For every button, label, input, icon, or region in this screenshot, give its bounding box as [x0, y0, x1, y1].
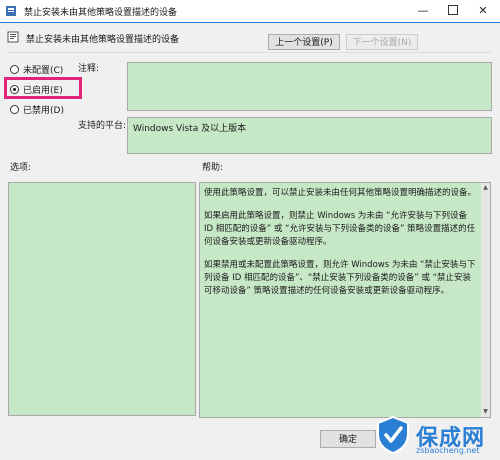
- options-label: 选项:: [10, 163, 32, 173]
- help-paragraph: 如果启用此策略设置，则禁止 Windows 为未由 “允许安装与下列设备 ID …: [204, 211, 476, 247]
- maximize-button[interactable]: [438, 0, 468, 22]
- watermark-url: zsbaocheng.net: [416, 446, 480, 455]
- header-divider: [8, 52, 492, 53]
- watermark: 保成网 zsbaocheng.net: [376, 412, 500, 460]
- close-button[interactable]: ✕: [468, 0, 498, 22]
- radio-label: 已禁用(D): [23, 105, 64, 116]
- options-panel: [8, 182, 196, 416]
- title-divider: [0, 22, 500, 23]
- previous-setting-button[interactable]: 上一个设置(P): [268, 34, 340, 50]
- radio-disabled[interactable]: 已禁用(D): [10, 102, 64, 116]
- radio-button[interactable]: [10, 104, 19, 114]
- supported-platform-value: Windows Vista 及以上版本: [127, 117, 492, 154]
- help-paragraph: 如果禁用或未配置此策略设置，则允许 Windows 为未由 “禁止安装与下列设备…: [204, 260, 476, 296]
- help-label: 帮助:: [202, 163, 224, 173]
- radio-not-configured[interactable]: 未配置(C): [10, 62, 63, 76]
- radio-label: 未配置(C): [23, 65, 64, 76]
- supported-platform-label: 支持的平台:: [78, 121, 127, 131]
- title-bar: 禁止安装未由其他策略设置描述的设备 — ✕: [0, 0, 500, 22]
- policy-setting-icon: [7, 31, 19, 43]
- help-panel: 使用此策略设置，可以禁止安装未由任何其他策略设置明确描述的设备。 如果启用此策略…: [199, 182, 491, 418]
- help-scrollbar[interactable]: ▲ ▼: [481, 183, 490, 417]
- enabled-highlight-box: [4, 77, 82, 99]
- policy-name: 禁止安装未由其他策略设置描述的设备: [26, 35, 180, 45]
- maximize-icon: [448, 5, 458, 15]
- minimize-button[interactable]: —: [408, 0, 438, 22]
- help-paragraph: 使用此策略设置，可以禁止安装未由任何其他策略设置明确描述的设备。: [204, 188, 477, 198]
- radio-button[interactable]: [10, 64, 19, 74]
- scroll-up-icon[interactable]: ▲: [481, 183, 490, 193]
- next-setting-button[interactable]: 下一个设置(N): [346, 34, 418, 50]
- ok-button[interactable]: 确定: [320, 430, 376, 448]
- comment-textarea[interactable]: [127, 62, 492, 111]
- policy-window-icon: [6, 6, 16, 16]
- window-title: 禁止安装未由其他策略设置描述的设备: [24, 8, 178, 18]
- shield-logo-icon: [377, 416, 409, 454]
- comment-label: 注释:: [78, 64, 100, 74]
